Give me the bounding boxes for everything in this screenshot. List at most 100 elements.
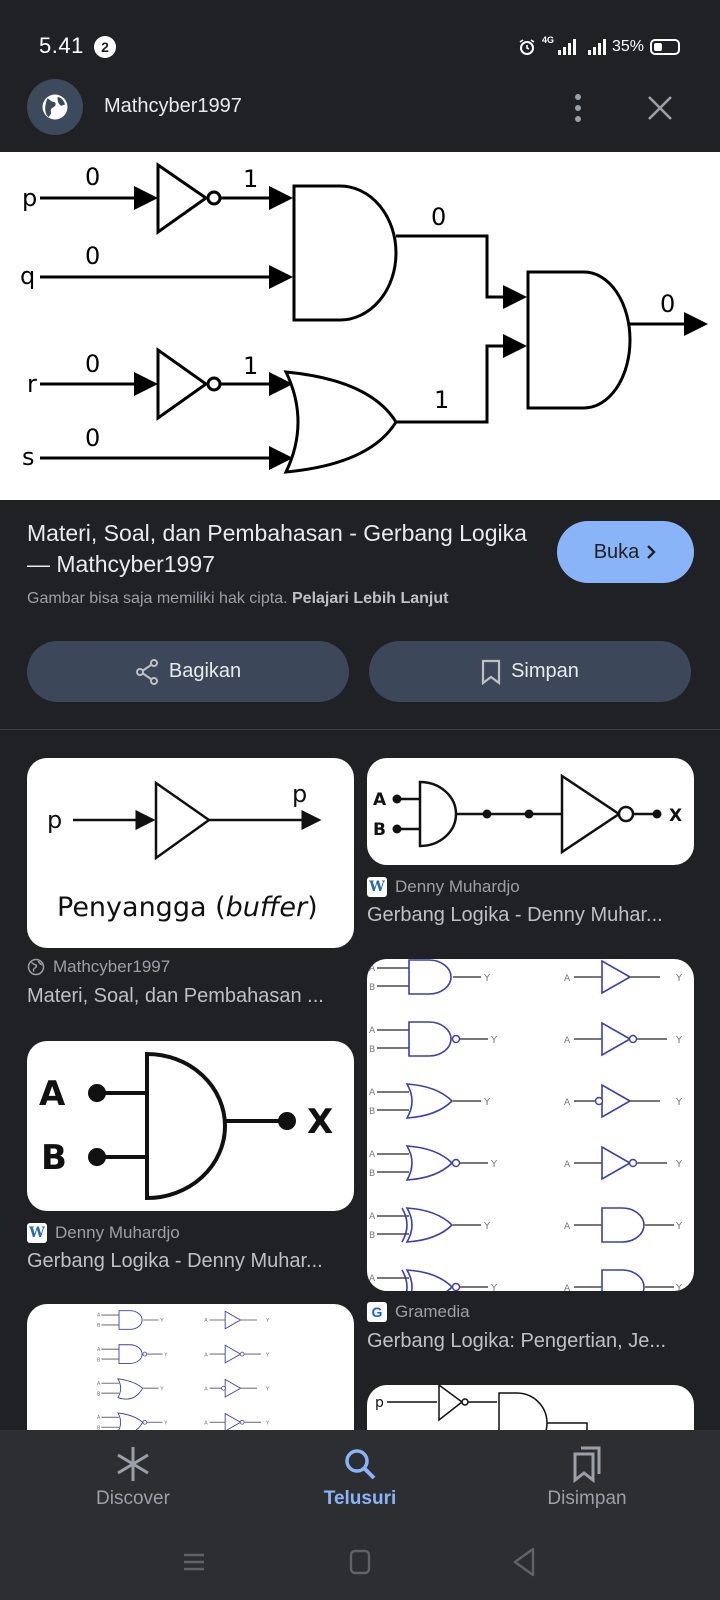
nand-gate-symbol	[118, 1344, 143, 1364]
logic-circuit-diagram: p q r s 0 0 0 0 1 1 0 1 0	[20, 162, 708, 474]
signal-icon-2	[587, 39, 606, 55]
search-icon	[345, 1449, 376, 1480]
svg-text:A: A	[369, 1026, 376, 1036]
negand-gate-symbol	[601, 1269, 645, 1291]
site-name[interactable]: Mathcyber1997	[104, 95, 242, 118]
more-options-button[interactable]	[562, 88, 594, 128]
gramedia-icon: G	[367, 1302, 387, 1322]
and-gate-symbol	[118, 1310, 143, 1330]
bookmark-icon	[481, 659, 501, 685]
result-caption-3[interactable]: Gerbang Logika - Denny Muhar...	[27, 1250, 354, 1273]
svg-text:Y: Y	[675, 1221, 683, 1232]
svg-text:Y: Y	[675, 1035, 683, 1046]
value-not-p: 1	[243, 165, 258, 193]
schmitt-gate-symbol	[224, 1412, 242, 1432]
source-name: Denny Muhardjo	[395, 877, 520, 896]
result-caption-4[interactable]: Gerbang Logika: Pengertian, Je...	[367, 1330, 694, 1353]
share-icon	[135, 658, 158, 685]
svg-text:Y: Y	[490, 1283, 498, 1291]
buf-gate-symbol	[224, 1310, 242, 1330]
svg-text:Y: Y	[265, 1318, 270, 1324]
value-s: 0	[85, 424, 100, 452]
more-vert-icon	[575, 94, 581, 100]
nav-discover-label: Discover	[96, 1488, 170, 1509]
or-gate-symbol	[117, 1378, 144, 1400]
svg-text:A: A	[564, 1284, 571, 1291]
source-name: Gramedia	[395, 1302, 470, 1321]
svg-text:A: A	[564, 1098, 571, 1108]
result-source-3: W Denny Muhardjo	[27, 1223, 180, 1243]
and-gate-2	[526, 270, 632, 410]
svg-text:Y: Y	[265, 1352, 270, 1358]
svg-text:Y: Y	[675, 1097, 683, 1108]
value-p: 0	[85, 163, 100, 191]
network-type: 4G	[541, 35, 554, 45]
svg-text:Y: Y	[159, 1318, 164, 1324]
svg-text:Y: Y	[163, 1421, 168, 1427]
svg-text:Y: Y	[483, 1221, 491, 1232]
nav-search[interactable]: Telusuri	[270, 1430, 450, 1530]
buffer-output-label: p	[292, 780, 307, 808]
input-label-p: p	[22, 184, 37, 212]
result-image-2[interactable]: A B X	[367, 758, 694, 865]
svg-text:Y: Y	[163, 1352, 168, 1358]
back-button[interactable]	[504, 1542, 544, 1582]
save-label: Simpan	[511, 660, 579, 682]
app-bar: Mathcyber1997	[0, 70, 720, 152]
value-or: 1	[434, 386, 449, 414]
close-button[interactable]	[640, 88, 680, 128]
not-gate	[438, 1385, 464, 1422]
open-button-label: Buka	[593, 540, 640, 563]
nav-saved[interactable]: Disimpan	[497, 1430, 677, 1530]
result-caption-2[interactable]: Gerbang Logika - Denny Muhar...	[367, 904, 694, 927]
invin-gate-symbol	[224, 1378, 242, 1398]
alarm-icon	[519, 39, 535, 55]
not-gate-p	[156, 162, 209, 235]
svg-text:B: B	[369, 1107, 375, 1117]
xnor-gate-symbol	[405, 1269, 454, 1291]
svg-text:A: A	[369, 964, 376, 974]
share-button[interactable]: Bagikan	[27, 641, 349, 702]
svg-text:Y: Y	[265, 1386, 270, 1392]
value-r: 0	[85, 350, 100, 378]
buf-gate-symbol	[601, 959, 632, 995]
asterisk-icon	[117, 1447, 149, 1481]
home-button[interactable]	[340, 1542, 380, 1582]
menu-icon	[184, 1553, 204, 1571]
copyright-notice: Gambar bisa saja memiliki hak cipta. Pel…	[27, 590, 448, 608]
result-caption-1[interactable]: Materi, Soal, dan Pembahasan ...	[27, 985, 354, 1008]
result-image-3[interactable]: A B X	[27, 1041, 354, 1211]
svg-text:A: A	[97, 1313, 101, 1319]
save-button[interactable]: Simpan	[369, 641, 691, 702]
result-image-1[interactable]: p p Penyangga (buffer)	[27, 758, 354, 948]
nor-gate-symbol	[405, 1145, 454, 1181]
value-q: 0	[85, 242, 100, 270]
battery-percent: 35%	[611, 38, 644, 55]
share-label: Bagikan	[168, 660, 242, 682]
chevron-right-icon	[647, 545, 656, 559]
svg-text:A: A	[564, 1160, 571, 1170]
svg-text:A: A	[564, 1036, 571, 1046]
svg-text:B: B	[369, 983, 375, 993]
svg-text:A: A	[97, 1415, 101, 1421]
svg-text:A: A	[564, 1222, 571, 1232]
svg-text:B: B	[97, 1357, 101, 1363]
open-button[interactable]: Buka	[557, 521, 694, 583]
wordpress-icon: W	[367, 877, 387, 897]
preview-image[interactable]: p q r s 0 0 0 0 1 1 0 1 0	[0, 152, 720, 500]
svg-text:Y: Y	[483, 973, 491, 984]
result-image-4[interactable]: ABYAYABYAYABYAYABYAYABYAYABYAY	[367, 959, 694, 1291]
image-title[interactable]: Materi, Soal, dan Pembahasan - Gerbang L…	[27, 518, 527, 580]
svg-text:Y: Y	[675, 973, 683, 984]
status-time: 5.41	[39, 33, 84, 58]
nav-discover[interactable]: Discover	[43, 1430, 223, 1530]
svg-text:Y: Y	[490, 1159, 498, 1170]
learn-more-link[interactable]: Pelajari Lebih Lanjut	[292, 590, 448, 607]
svg-text:A: A	[369, 1274, 376, 1284]
label-b: B	[373, 820, 386, 840]
input-label-s: s	[22, 443, 35, 471]
svg-text:A: A	[97, 1381, 101, 1387]
recents-button[interactable]	[174, 1542, 214, 1582]
svg-text:B: B	[369, 1045, 375, 1055]
nand2-gate-symbol	[601, 1207, 645, 1243]
